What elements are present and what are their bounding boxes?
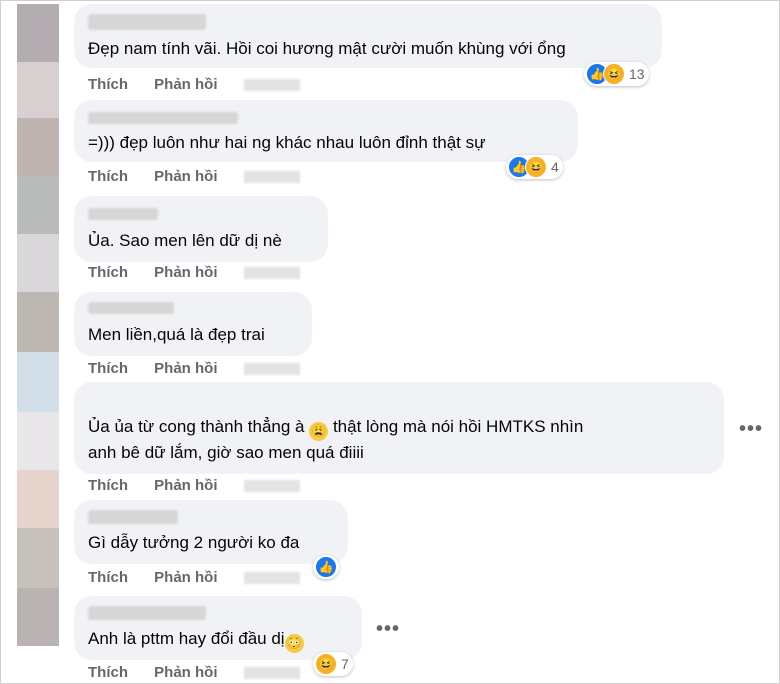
comment-text: Gì dẫy tưởng 2 người ko đa: [88, 533, 300, 552]
comment-bubble: Đẹp nam tính vãi. Hồi coi hương mật cười…: [74, 4, 662, 68]
comment-bubble: =))) đẹp luôn như hai ng khác nhau luôn …: [74, 100, 578, 162]
comment-actions: Thích Phản hồi: [88, 664, 300, 681]
comment-actions: Thích Phản hồi: [88, 264, 300, 281]
comment-bubble: Men liền,quá là đẹp trai: [74, 292, 312, 356]
avatar-redacted: [17, 412, 59, 470]
avatar-redacted: [17, 118, 59, 176]
avatar-redacted: [17, 292, 59, 352]
comment-text-part: Anh là pttm hay đổi đầu dị: [88, 629, 285, 648]
like-button[interactable]: Thích: [88, 360, 128, 377]
like-button[interactable]: Thích: [88, 264, 128, 281]
avatar-redacted: [17, 176, 59, 234]
comment-bubble: Gì dẫy tưởng 2 người ko đa: [74, 500, 348, 564]
comment-text: Men liền,quá là đẹp trai: [88, 325, 265, 344]
comment-text-line-1: Ủa ủa từ cong thành thẳng à 😩 thật lòng …: [88, 414, 583, 441]
commenter-name-redacted: [88, 510, 178, 524]
reaction-count: 13: [629, 66, 645, 82]
avatar-redacted: [17, 234, 59, 292]
haha-icon: 😆: [315, 653, 337, 675]
reply-button[interactable]: Phản hồi: [154, 360, 217, 377]
reaction-count: 7: [341, 656, 349, 672]
timestamp-redacted: [243, 572, 300, 585]
reply-button[interactable]: Phản hồi: [154, 168, 217, 185]
avatar-redacted: [17, 4, 59, 62]
timestamp-redacted: [243, 79, 300, 92]
reaction-summary[interactable]: 👍: [313, 555, 339, 579]
timestamp-redacted: [243, 267, 300, 280]
avatar-redacted: [17, 588, 59, 646]
reply-button[interactable]: Phản hồi: [154, 76, 217, 93]
haha-icon: 😆: [525, 156, 547, 178]
comment-text: Ủa. Sao men lên dữ dị nè: [88, 231, 282, 250]
reaction-summary[interactable]: 😆 7: [313, 652, 353, 676]
comment-text-part: Ủa ủa từ cong thành thẳng à: [88, 417, 305, 436]
like-button[interactable]: Thích: [88, 569, 128, 586]
reaction-summary[interactable]: 👍 😆 13: [584, 62, 649, 86]
more-options-icon[interactable]: •••: [739, 418, 763, 441]
avatar-redacted: [17, 352, 59, 412]
reply-button[interactable]: Phản hồi: [154, 264, 217, 281]
like-button[interactable]: Thích: [88, 76, 128, 93]
reply-button[interactable]: Phản hồi: [154, 477, 217, 494]
comment-text-part: thật lòng mà nói hồi HMTKS nhìn: [332, 417, 584, 436]
comment-actions: Thích Phản hồi: [88, 76, 300, 93]
comment-text: Anh là pttm hay đổi đầu dị 😳: [88, 626, 304, 653]
weary-emoji-icon: 😩: [309, 422, 329, 441]
more-options-icon[interactable]: •••: [376, 618, 400, 641]
comment-actions: Thích Phản hồi: [88, 477, 300, 494]
like-button[interactable]: Thích: [88, 664, 128, 681]
haha-icon: 😆: [603, 63, 625, 85]
commenter-name-redacted: [88, 14, 206, 30]
reply-button[interactable]: Phản hồi: [154, 664, 217, 681]
timestamp-redacted: [243, 667, 300, 680]
timestamp-redacted: [243, 480, 300, 493]
comment-actions: Thích Phản hồi: [88, 360, 300, 377]
commenter-name-redacted: [88, 606, 206, 620]
like-button[interactable]: Thích: [88, 477, 128, 494]
commenter-name-redacted: [88, 112, 238, 124]
reaction-summary[interactable]: 👍 😆 4: [506, 155, 563, 179]
flushed-emoji-icon: 😳: [284, 634, 304, 653]
avatar-redacted: [17, 62, 59, 118]
comment-text: Đẹp nam tính vãi. Hồi coi hương mật cười…: [88, 39, 566, 58]
timestamp-redacted: [243, 363, 300, 376]
commenter-name-redacted: [88, 208, 158, 220]
comment-actions: Thích Phản hồi: [88, 168, 300, 185]
comment-bubble: Anh là pttm hay đổi đầu dị 😳: [74, 596, 362, 660]
reaction-count: 4: [551, 159, 559, 175]
reply-button[interactable]: Phản hồi: [154, 569, 217, 586]
avatar-redacted: [17, 528, 59, 588]
like-button[interactable]: Thích: [88, 168, 128, 185]
timestamp-redacted: [243, 171, 300, 184]
comment-text: =))) đẹp luôn như hai ng khác nhau luôn …: [88, 133, 486, 152]
like-icon: 👍: [315, 556, 337, 578]
comment-text-line-2: anh bê dữ lắm, giờ sao men quá điiii: [88, 443, 364, 462]
comment-bubble: Ủa. Sao men lên dữ dị nè: [74, 196, 328, 262]
commenter-name-redacted: [88, 302, 174, 314]
comment-actions: Thích Phản hồi: [88, 569, 300, 586]
avatar-redacted: [17, 470, 59, 528]
comment-bubble: Ủa ủa từ cong thành thẳng à 😩 thật lòng …: [74, 382, 724, 474]
